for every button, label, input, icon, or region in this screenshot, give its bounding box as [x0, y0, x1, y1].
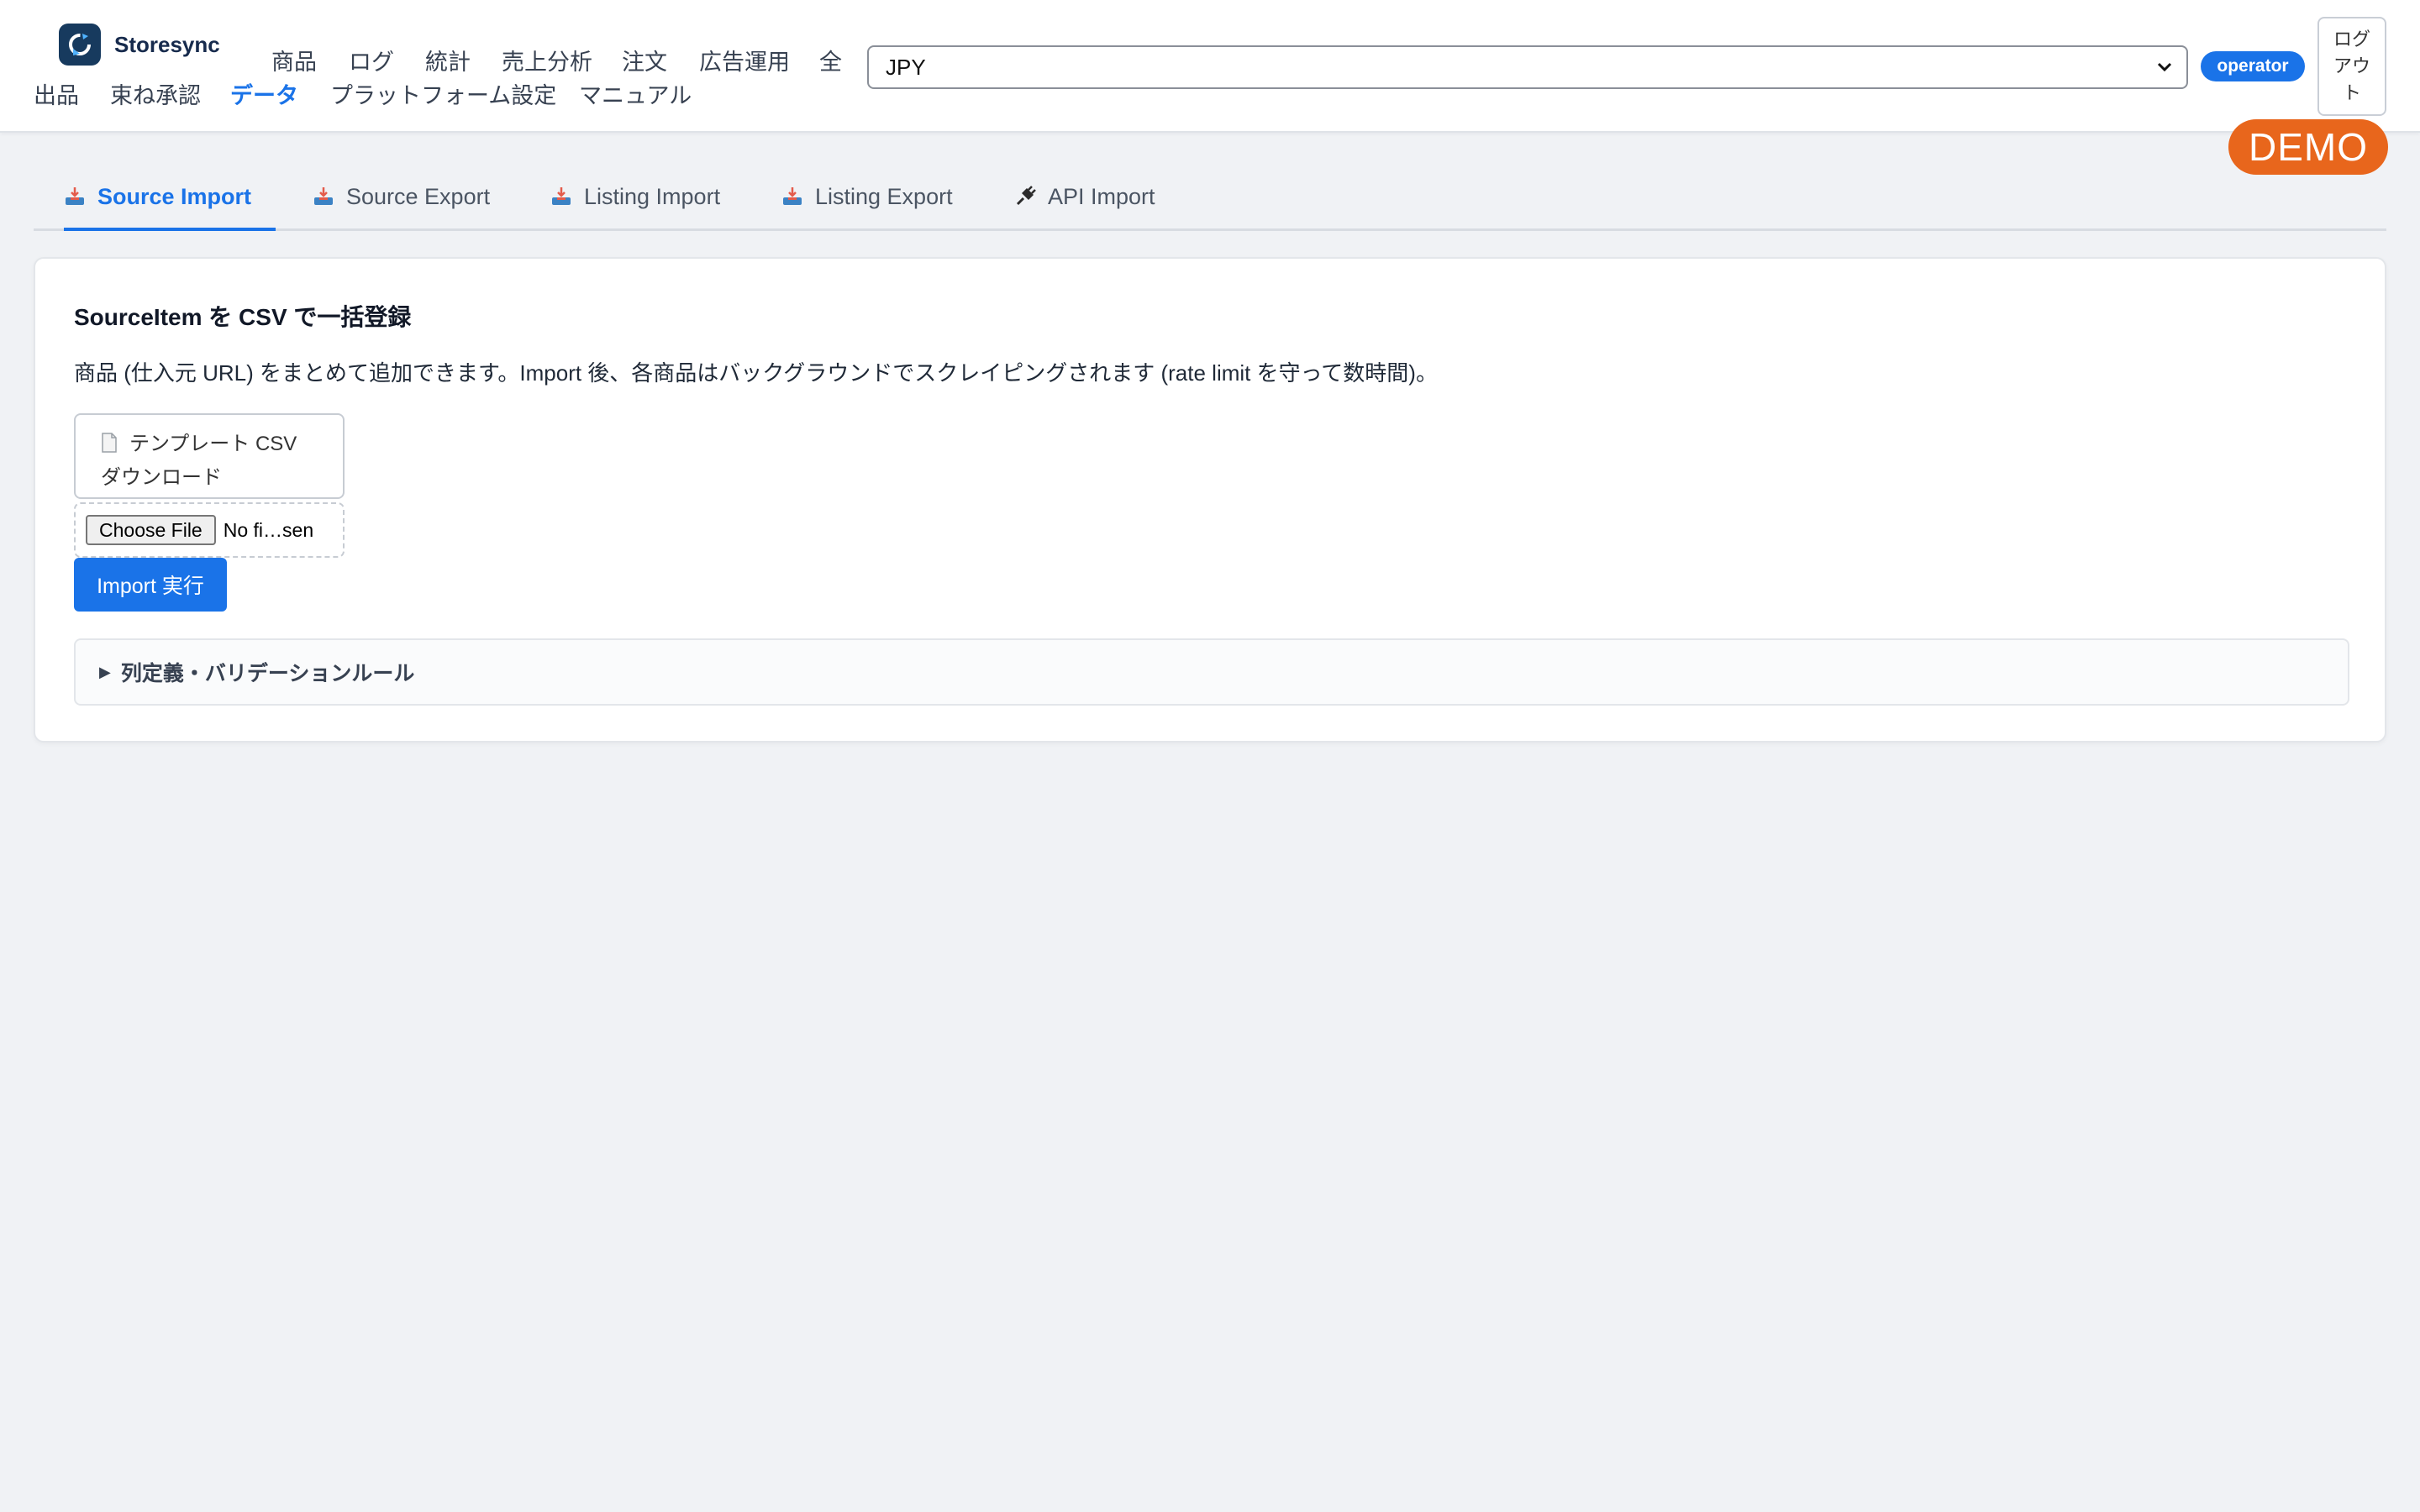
disclosure-triangle-icon: ▶ — [99, 663, 111, 680]
tab-label: Listing Export — [815, 183, 953, 209]
top-header: Storesync 商品 ログ 統計 売上分析 注文 広告運用 全 出品 束ね承… — [0, 0, 2420, 133]
import-button[interactable]: Import 実行 — [74, 558, 227, 612]
column-rules-disclosure[interactable]: ▶ 列定義・バリデーションルール — [74, 638, 2349, 706]
inbox-tray-icon — [313, 186, 334, 207]
file-input[interactable]: Choose File No fi…sen — [74, 502, 345, 558]
inbox-tray-icon — [64, 186, 86, 207]
nav-item-ads[interactable]: 広告運用 — [699, 44, 790, 76]
demo-badge: DEMO — [2228, 119, 2388, 175]
card-description: 商品 (仕入元 URL) をまとめて追加できます。Import 後、各商品はバッ… — [74, 360, 1438, 386]
nav-item-stats[interactable]: 統計 — [425, 44, 471, 76]
data-tabs: Source Import Source Export Listing Impo… — [34, 165, 2386, 231]
tab-label: Source Export — [346, 183, 491, 209]
template-csv-download-button[interactable]: テンプレート CSV ダウンロード — [74, 413, 345, 499]
choose-file-button[interactable]: Choose File — [86, 515, 216, 545]
nav-item-orders[interactable]: 注文 — [622, 44, 667, 76]
currency-select[interactable]: JPY — [867, 45, 2188, 89]
role-badge: operator — [2201, 51, 2305, 81]
tab-label: API Import — [1048, 183, 1155, 209]
card-title: SourceItem を CSV で一括登録 — [74, 304, 412, 330]
nav-item-data[interactable]: データ — [230, 77, 298, 110]
plug-icon — [1014, 186, 1036, 207]
tab-listing-export[interactable]: Listing Export — [781, 165, 953, 228]
inbox-tray-icon — [781, 186, 803, 207]
template-button-line2: ダウンロード — [101, 466, 222, 489]
file-status-text: No fi…sen — [223, 518, 314, 541]
inbox-tray-icon — [550, 186, 572, 207]
document-icon — [101, 431, 118, 462]
nav-item-sales-analysis[interactable]: 売上分析 — [502, 44, 592, 76]
source-import-card: SourceItem を CSV で一括登録 商品 (仕入元 URL) をまとめ… — [34, 257, 2386, 743]
nav-item-all[interactable]: 全 — [819, 44, 842, 76]
brand-name: Storesync — [114, 31, 220, 57]
currency-select-value: JPY — [886, 54, 926, 80]
storesync-logo-icon — [59, 24, 101, 66]
logout-button[interactable]: ログアウト — [2317, 17, 2386, 116]
brand[interactable]: Storesync — [59, 24, 220, 66]
template-button-line1: テンプレート CSV — [129, 433, 297, 455]
chevron-down-icon — [2154, 57, 2175, 83]
tab-source-import[interactable]: Source Import — [64, 165, 276, 231]
nav-item-products[interactable]: 商品 — [271, 44, 317, 76]
tab-api-import[interactable]: API Import — [1014, 165, 1155, 228]
tab-listing-import[interactable]: Listing Import — [550, 165, 720, 228]
nav-item-platform-settings[interactable]: プラットフォーム設定 — [330, 77, 556, 110]
tab-label: Listing Import — [584, 183, 721, 209]
nav-item-bundle-approval[interactable]: 束ね承認 — [110, 77, 201, 110]
nav-item-manual[interactable]: マニュアル — [579, 77, 692, 110]
nav-item-listing[interactable]: 出品 — [34, 77, 79, 110]
tab-label: Source Import — [97, 183, 252, 209]
tab-source-export[interactable]: Source Export — [313, 165, 490, 228]
column-rules-label: 列定義・バリデーションルール — [120, 662, 415, 685]
nav-item-logs[interactable]: ログ — [349, 44, 394, 76]
